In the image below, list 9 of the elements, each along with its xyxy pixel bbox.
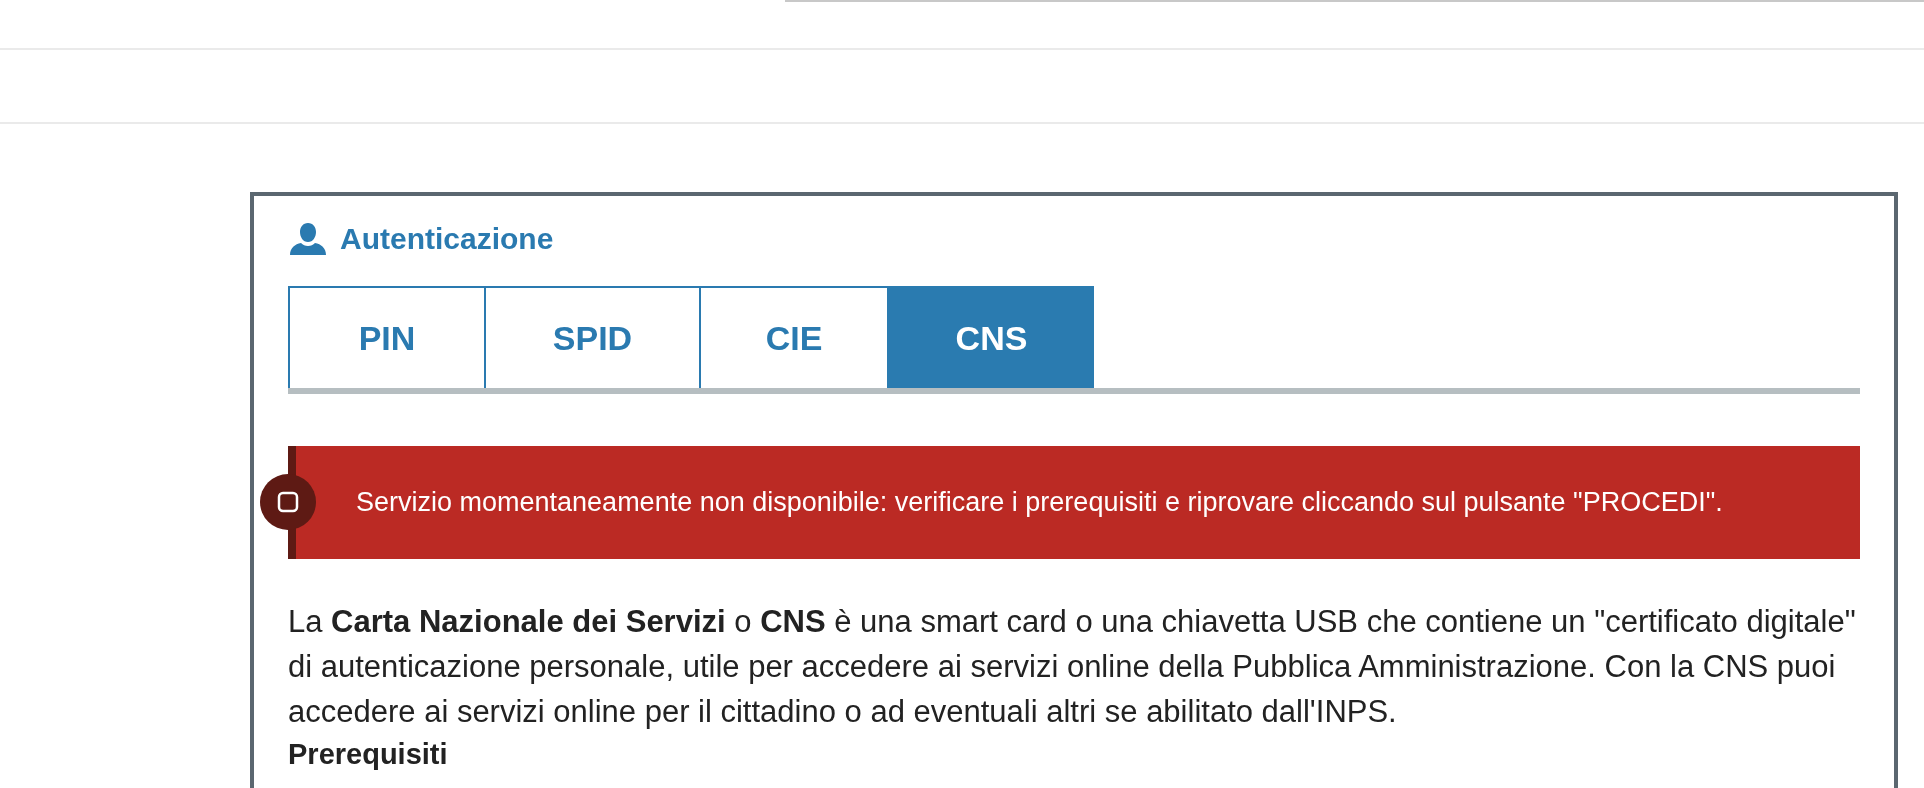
user-icon — [290, 223, 326, 255]
auth-tab[interactable]: CIE — [699, 286, 887, 388]
auth-tab[interactable]: SPID — [484, 286, 699, 388]
auth-tab[interactable]: PIN — [288, 286, 484, 388]
section-title: Autenticazione — [340, 222, 554, 256]
description-text: La Carta Nazionale dei Servizi o CNS è una smart card o una chiavetta USB che contiene un "certificato digitale" di autenticazione personale, utile per accedere ai servizi online della Pubblica Amministrazione. Con la CNS puoi accedere ai servizi online per il cittadino o ad eventuali altri se abilitato dall'INPS. — [288, 603, 1857, 731]
section-heading: Prerequisiti — [288, 738, 449, 771]
auth-tab[interactable]: CNS — [887, 286, 1094, 388]
alert-message: Servizio momentaneamente non disponibile: verificare i prerequisiti e riprovare cliccando sul pulsante "PROCEDI". — [356, 487, 1723, 518]
